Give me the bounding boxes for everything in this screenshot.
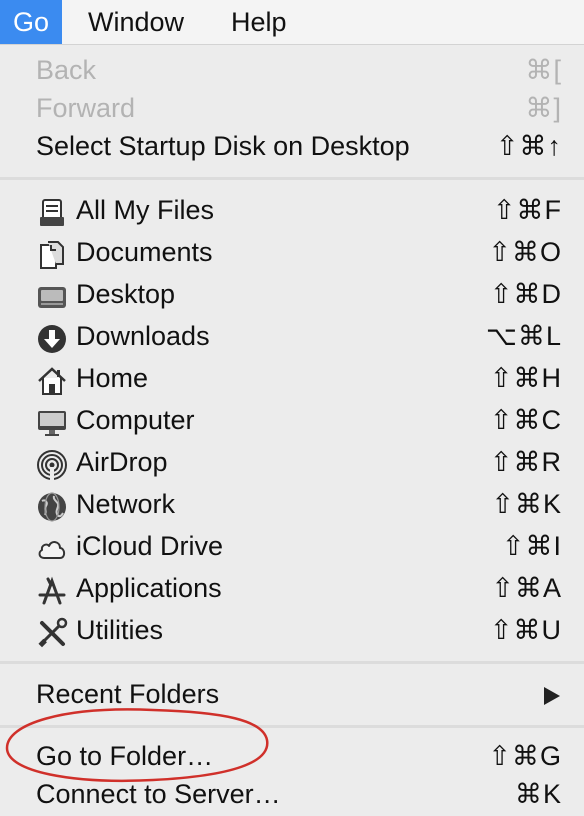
menu-item-label: Connect to Server… [36, 779, 281, 809]
downloads-icon [38, 325, 66, 353]
shortcut: ⌥⌘L [485, 321, 562, 351]
home-icon [38, 367, 66, 395]
menu-item-label: Go to Folder… [36, 741, 214, 771]
applications-icon [38, 576, 66, 605]
shortcut: ⇧⌘C [489, 405, 562, 435]
shortcut: ⇧⌘H [489, 363, 562, 393]
shortcut: ⌘[ [525, 55, 562, 85]
all-my-files-icon [40, 199, 64, 226]
shortcut: ⇧⌘K [491, 489, 562, 519]
go-menu-dropdown: Back ⌘[ Forward ⌘] Select Startup Disk o… [0, 45, 584, 816]
shortcut: ⌘] [525, 93, 562, 123]
documents-icon [40, 241, 64, 269]
menu-item-label: All My Files [76, 195, 215, 225]
computer-icon [38, 411, 66, 436]
menu-item-label: Documents [76, 237, 213, 267]
menu-item-label: Desktop [76, 279, 176, 309]
desktop-icon [38, 287, 66, 308]
menu-item-label: Forward [36, 93, 136, 123]
utilities-icon [38, 617, 68, 648]
menu-go[interactable]: Go [0, 0, 63, 44]
shortcut: ⇧⌘F [492, 195, 562, 225]
menu-item-label: Select Startup Disk on Desktop [36, 131, 410, 161]
shortcut: ⇧⌘↑ [495, 131, 562, 161]
menu-item-label: Network [76, 489, 176, 519]
submenu-arrow-icon [544, 687, 560, 705]
menu-item-label: Downloads [76, 321, 210, 351]
shortcut: ⇧⌘O [488, 237, 562, 267]
menu-separator [0, 177, 584, 180]
menu-item-label: Utilities [76, 615, 164, 645]
network-icon [38, 492, 66, 522]
menu-item-label: Applications [76, 573, 222, 603]
menu-item-label: AirDrop [76, 447, 168, 477]
icloud-icon [38, 541, 66, 559]
menu-item-label: iCloud Drive [76, 531, 224, 561]
menu-help[interactable]: Help [218, 0, 300, 44]
shortcut: ⇧⌘A [491, 573, 562, 603]
menu-item-label: Computer [76, 405, 195, 435]
menu-separator [0, 661, 584, 664]
menu-window[interactable]: Window [75, 0, 197, 44]
menu-separator [0, 725, 584, 728]
airdrop-icon [37, 450, 67, 480]
shortcut: ⌘K [514, 779, 562, 809]
shortcut: ⇧⌘I [501, 531, 562, 561]
shortcut: ⇧⌘U [489, 615, 562, 645]
shortcut: ⇧⌘D [489, 279, 562, 309]
shortcut: ⇧⌘G [488, 741, 562, 771]
menu-item-label: Home [76, 363, 149, 393]
menu-item-label: Back [36, 55, 97, 85]
menu-bar: Go Window Help [0, 0, 584, 45]
menu-item-label: Recent Folders [36, 679, 220, 709]
shortcut: ⇧⌘R [489, 447, 562, 477]
